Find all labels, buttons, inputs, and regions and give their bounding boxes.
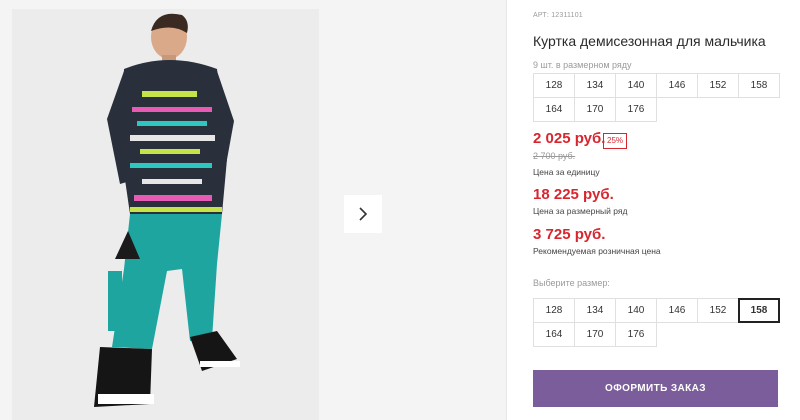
pack-size-note: 9 шт. в размерном ряду [533, 60, 632, 70]
discount-badge: 25% [603, 133, 628, 149]
retail-price: 3 725 руб. [533, 226, 606, 243]
choose-size-label: Выберите размер: [533, 278, 610, 288]
size-option-164[interactable]: 164 [533, 322, 575, 347]
pack-size-cell: 146 [656, 73, 698, 98]
unit-price-label: Цена за единицу [533, 167, 600, 177]
product-photo [12, 9, 319, 420]
retail-price-label: Рекомендуемая розничная цена [533, 246, 661, 256]
pack-size-cell: 152 [697, 73, 739, 98]
chevron-right-icon [359, 207, 368, 221]
size-row-price-label: Цена за размерный ряд [533, 206, 628, 216]
place-order-button[interactable]: ОФОРМИТЬ ЗАКАЗ [533, 370, 778, 407]
pack-size-cell: 140 [615, 73, 657, 98]
pack-size-cell: 164 [533, 97, 575, 122]
size-option-158[interactable]: 158 [738, 298, 780, 323]
size-option-146[interactable]: 146 [656, 298, 698, 323]
pack-size-cell: 158 [738, 73, 780, 98]
boy-in-jacket-image [12, 9, 319, 420]
unit-price: 2 025 руб. [533, 130, 606, 147]
size-selector: 128 134 140 146 152 158 164 170 176 [533, 298, 780, 347]
pack-size-cell: 170 [574, 97, 616, 122]
article-number: АРТ: 12311101 [533, 12, 583, 19]
size-option-140[interactable]: 140 [615, 298, 657, 323]
pack-size-cell: 176 [615, 97, 657, 122]
product-title: Куртка демисезонная для мальчика [533, 33, 766, 49]
product-gallery [0, 0, 506, 420]
size-option-128[interactable]: 128 [533, 298, 575, 323]
old-price: 2 700 руб. [533, 151, 576, 161]
pack-size-cell: 128 [533, 73, 575, 98]
pack-size-cell: 134 [574, 73, 616, 98]
size-option-134[interactable]: 134 [574, 298, 616, 323]
size-row-price: 18 225 руб. [533, 186, 614, 203]
next-image-button[interactable] [344, 195, 382, 233]
pack-size-grid: 128 134 140 146 152 158 164 170 176 [533, 73, 780, 122]
size-option-170[interactable]: 170 [574, 322, 616, 347]
divider [506, 0, 507, 420]
size-option-176[interactable]: 176 [615, 322, 657, 347]
size-option-152[interactable]: 152 [697, 298, 739, 323]
